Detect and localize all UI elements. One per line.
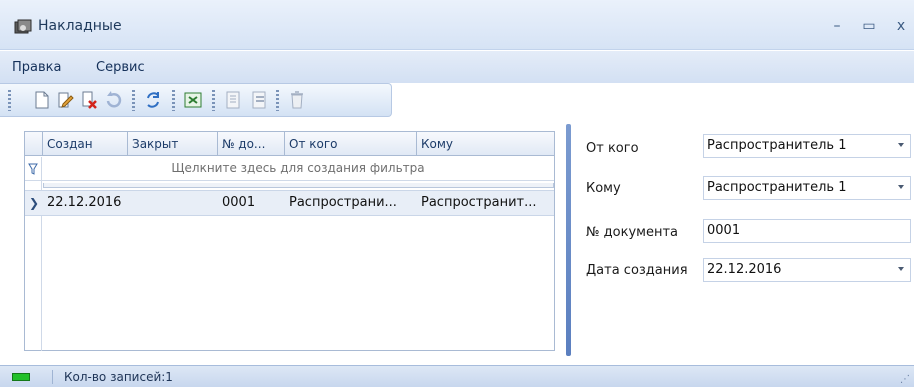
status-divider	[52, 370, 53, 384]
cell-doc-no[interactable]: 0001	[218, 191, 285, 215]
toolbar	[0, 83, 392, 117]
cell-to[interactable]: Распространит...	[417, 191, 554, 215]
column-header-doc-no[interactable]: № до...	[218, 132, 285, 156]
refresh-icon[interactable]	[142, 89, 164, 111]
window: Накладные – ▭ x Правка Сервис Создан Зак…	[0, 0, 914, 387]
chevron-down-icon[interactable]	[898, 267, 904, 271]
status-indicator-icon	[12, 373, 30, 381]
resize-grip-icon[interactable]: ⋰	[900, 374, 910, 385]
toolbar-separator	[172, 90, 175, 111]
column-header-from[interactable]: От кого	[285, 132, 417, 156]
table-row[interactable]: ❯ 22.12.2016 0001 Распространи... Распро…	[25, 190, 554, 216]
chevron-down-icon[interactable]	[898, 143, 904, 147]
ungroup-icon[interactable]	[248, 89, 270, 111]
chevron-down-icon[interactable]	[898, 185, 904, 189]
row-marker-column	[25, 157, 42, 351]
cell-closed[interactable]	[128, 191, 218, 215]
splitter-handle[interactable]	[566, 124, 571, 356]
to-label: Кому	[586, 181, 621, 196]
from-value: Распространитель 1	[707, 138, 847, 153]
delete-icon[interactable]	[78, 89, 100, 111]
menu-item-service[interactable]: Сервис	[96, 60, 145, 75]
cell-created[interactable]: 22.12.2016	[43, 191, 128, 215]
created-date-picker[interactable]: 22.12.2016	[703, 258, 911, 282]
app-document-icon	[14, 19, 32, 35]
menu-item-edit[interactable]: Правка	[12, 60, 61, 75]
close-button[interactable]: x	[890, 16, 912, 36]
row-indicator-header	[25, 132, 43, 156]
records-grid: Создан Закрыт № до... От кого Кому Щелкн…	[24, 131, 555, 351]
from-label: От кого	[586, 141, 639, 156]
group-icon[interactable]	[222, 89, 244, 111]
doc-number-field[interactable]: 0001	[703, 219, 911, 243]
doc-number-label: № документа	[586, 225, 678, 240]
maximize-button[interactable]: ▭	[858, 16, 880, 36]
menu-bar: Правка Сервис	[0, 51, 914, 83]
status-bar: Кол-во записей:1 ⋰	[0, 365, 914, 387]
column-header-to[interactable]: Кому	[417, 132, 554, 156]
toolbar-separator	[132, 90, 135, 111]
created-date-value: 22.12.2016	[707, 262, 782, 277]
row-pointer-icon: ❯	[28, 196, 40, 210]
trash-icon[interactable]	[286, 89, 308, 111]
record-count: Кол-во записей:1	[64, 370, 173, 384]
toolbar-separator	[212, 90, 215, 111]
to-select[interactable]: Распространитель 1	[703, 176, 911, 200]
window-title: Накладные	[38, 18, 122, 34]
column-header-closed[interactable]: Закрыт	[128, 132, 218, 156]
column-header-created[interactable]: Создан	[43, 132, 128, 156]
grid-header: Создан Закрыт № до... От кого Кому	[25, 132, 554, 156]
filter-hint[interactable]: Щелкните здесь для создания фильтра	[43, 161, 553, 175]
from-select[interactable]: Распространитель 1	[703, 134, 911, 158]
doc-number-value: 0001	[707, 223, 741, 238]
excel-icon[interactable]	[182, 89, 204, 111]
cell-from[interactable]: Распространи...	[285, 191, 417, 215]
toolbar-grip[interactable]	[8, 90, 11, 111]
edit-icon[interactable]	[54, 89, 76, 111]
undo-icon[interactable]	[102, 89, 124, 111]
title-bar: Накладные – ▭ x	[0, 0, 914, 50]
created-date-label: Дата создания	[586, 263, 688, 278]
new-icon[interactable]	[30, 89, 52, 111]
toolbar-separator	[276, 90, 279, 111]
group-panel-divider	[43, 183, 554, 188]
filter-row[interactable]: Щелкните здесь для создания фильтра	[25, 157, 554, 181]
minimize-button[interactable]: –	[826, 16, 848, 36]
to-value: Распространитель 1	[707, 180, 847, 195]
filter-icon	[28, 163, 38, 175]
